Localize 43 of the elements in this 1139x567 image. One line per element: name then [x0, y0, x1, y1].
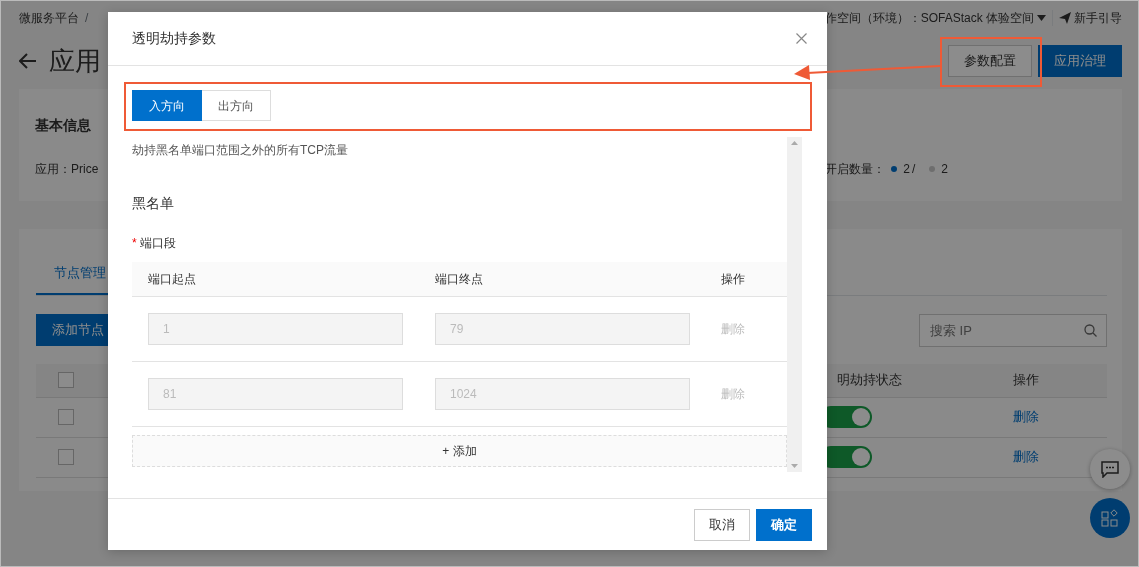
search-icon[interactable]: [1084, 323, 1097, 337]
checkbox[interactable]: [58, 449, 74, 465]
section-title: 黑名单: [132, 194, 175, 213]
field-label: 端口段: [139, 235, 176, 252]
count-separator: /: [911, 161, 916, 178]
checkbox[interactable]: [58, 409, 74, 425]
description: 劫持黑名单端口范围之外的所有TCP流量: [132, 142, 349, 159]
count-value: 2: [903, 161, 910, 178]
action-button[interactable]: 应用治理: [1038, 45, 1122, 77]
count-value: 2: [941, 161, 948, 178]
apps-icon: [1101, 509, 1119, 527]
dialog-title: 透明劫持参数: [132, 29, 216, 48]
scrollbar[interactable]: [787, 137, 802, 472]
back-arrow-icon[interactable]: [19, 53, 37, 69]
page-title: 应用: [49, 44, 101, 78]
required-mark: *: [132, 235, 137, 252]
checkbox[interactable]: [58, 372, 74, 388]
app-name: 应用：Price: [35, 161, 99, 178]
scroll-up-icon[interactable]: [791, 141, 798, 145]
delete-link[interactable]: 删除: [1013, 409, 1039, 425]
dialog-button[interactable]: 取消: [694, 508, 750, 541]
breadcrumb-separator: /: [85, 10, 89, 27]
column-header: 端口起点: [148, 272, 196, 286]
add-row-button[interactable]: + 添加: [132, 435, 787, 467]
action-button[interactable]: 参数配置: [948, 45, 1032, 77]
column-header: 操作: [1013, 372, 1039, 388]
direction-tab[interactable]: 出方向: [202, 90, 271, 121]
guide-link[interactable]: 新手引导: [1074, 9, 1122, 27]
send-icon: [1059, 12, 1071, 24]
breadcrumb-link[interactable]: 微服务平台: [19, 9, 79, 27]
apps-button[interactable]: [1090, 498, 1130, 538]
section-title: 基本信息: [35, 116, 92, 135]
direction-tab[interactable]: 入方向: [132, 90, 202, 121]
delete-link[interactable]: 删除: [1013, 449, 1039, 465]
column-header: 端口终点: [435, 272, 483, 286]
dialog-button[interactable]: 确定: [756, 508, 812, 541]
search-field[interactable]: 搜索 IP: [919, 313, 1107, 347]
column-header: 操作: [721, 272, 745, 286]
close-icon[interactable]: [796, 33, 807, 44]
caret-icon[interactable]: [1037, 15, 1046, 21]
chat-icon: [1101, 460, 1119, 478]
scroll-down-icon[interactable]: [791, 464, 798, 468]
column-header: 明劫持状态: [837, 372, 902, 388]
